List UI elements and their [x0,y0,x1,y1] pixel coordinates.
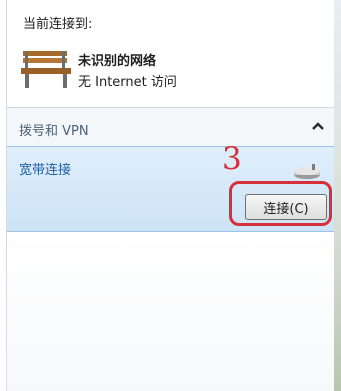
annotation-step-number: 3 [222,141,242,177]
dialup-vpn-group-title: 拨号和 VPN [19,124,89,139]
broadband-connection-name: 宽带连接 [19,163,72,178]
chevron-up-icon[interactable] [311,121,325,131]
modem-icon [294,164,320,179]
network-status: 无 Internet 访问 [78,75,177,90]
dialup-vpn-group-header[interactable]: 拨号和 VPN [7,108,335,146]
annotation-highlight-ring [229,181,332,226]
current-connection-label: 当前连接到: [23,17,93,32]
bench-icon [21,51,71,88]
network-name: 未识别的网络 [78,54,157,69]
flyout-empty-area [7,232,335,391]
desktop-edge [334,0,341,391]
